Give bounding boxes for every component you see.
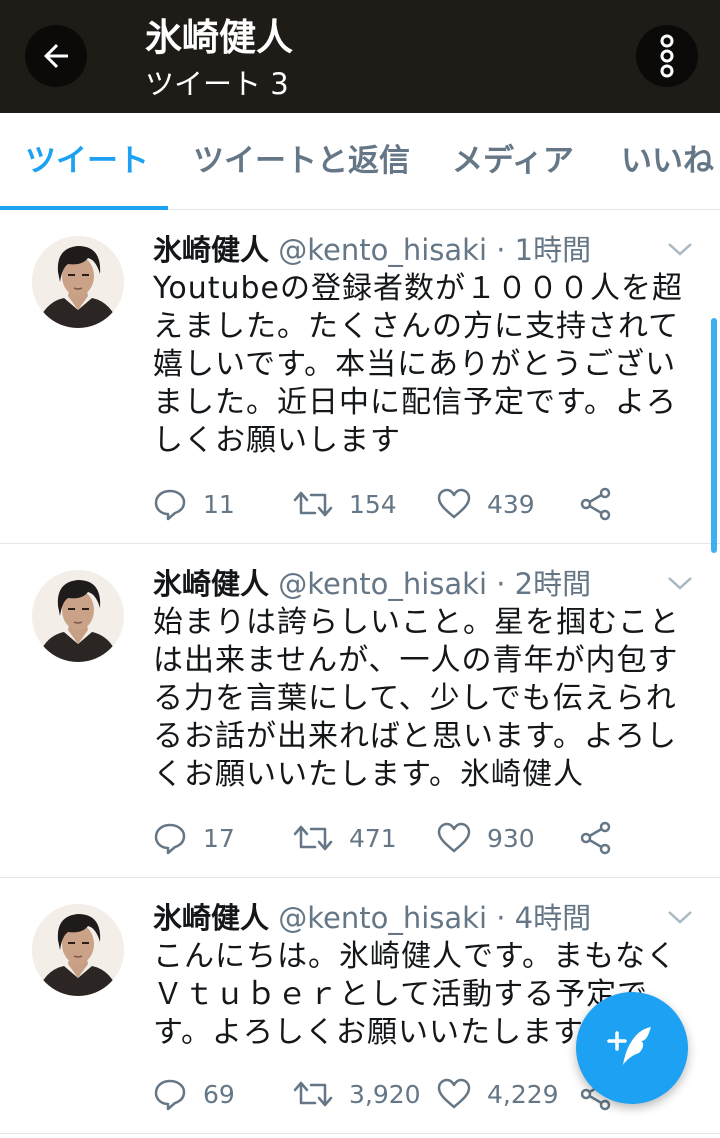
retweet-icon — [293, 491, 333, 517]
like-count: 930 — [487, 823, 535, 853]
arrow-left-icon — [44, 44, 68, 68]
tweet-time: 4時間 — [514, 901, 592, 935]
tweet-author-handle[interactable]: @kento_hisaki — [278, 233, 487, 267]
tweet-header: 氷崎健人 @kento_hisaki · 4時間 — [153, 900, 591, 936]
tweet-author-name[interactable]: 氷崎健人 — [153, 233, 269, 267]
tweet-author-handle[interactable]: @kento_hisaki — [278, 567, 487, 601]
tweet-item[interactable]: 氷崎健人 @kento_hisaki · 2時間 始まりは誇らしいこと。星を掴む… — [0, 544, 720, 878]
app-root: 氷崎健人 ツイート 3 ツイート ツイートと返信 メディア いいね 氷崎健人 @… — [0, 0, 720, 1138]
share-icon — [580, 821, 611, 855]
reply-icon — [154, 823, 186, 855]
tab-likes[interactable]: いいね — [621, 113, 714, 210]
reply-count: 69 — [203, 1079, 235, 1109]
chevron-down-icon[interactable] — [666, 572, 694, 594]
like-count: 4,229 — [487, 1079, 559, 1109]
retweet-icon — [293, 1081, 333, 1107]
tweet-author-handle[interactable]: @kento_hisaki — [278, 901, 487, 935]
tweet-separator: · — [496, 233, 506, 267]
tweet-actions: 11 154 439 — [153, 484, 633, 524]
share-icon — [580, 487, 611, 521]
tab-tweets[interactable]: ツイート — [25, 113, 149, 210]
like-button[interactable]: 439 — [437, 484, 535, 524]
compose-tweet-button[interactable] — [576, 992, 688, 1104]
share-button[interactable] — [579, 484, 629, 524]
avatar[interactable] — [32, 904, 124, 996]
avatar-illustration — [32, 570, 124, 662]
retweet-button[interactable]: 3,920 — [293, 1074, 421, 1114]
heart-icon — [437, 488, 471, 519]
avatar-illustration — [32, 236, 124, 328]
reply-icon — [154, 489, 186, 521]
more-options-button[interactable] — [636, 25, 698, 87]
reply-button[interactable]: 69 — [153, 1074, 235, 1114]
back-button[interactable] — [25, 25, 87, 87]
top-app-bar: 氷崎健人 ツイート 3 — [0, 0, 720, 113]
heart-icon — [437, 822, 471, 853]
reply-button[interactable]: 11 — [153, 484, 235, 524]
tab-tweets-and-replies[interactable]: ツイートと返信 — [193, 113, 410, 210]
reply-count: 11 — [203, 489, 235, 519]
retweet-icon — [293, 825, 333, 851]
retweet-button[interactable]: 154 — [293, 484, 397, 524]
share-button[interactable] — [579, 818, 629, 858]
tweet-time: 2時間 — [514, 567, 592, 601]
tweet-actions: 69 3,920 4,229 — [153, 1074, 633, 1114]
like-button[interactable]: 4,229 — [437, 1074, 559, 1114]
tweet-text: Youtubeの登録者数が１０００人を超えました。たくさんの方に支持されて嬉しい… — [153, 271, 683, 458]
tweet-header: 氷崎健人 @kento_hisaki · 2時間 — [153, 566, 591, 602]
tweet-count-subtitle: ツイート 3 — [145, 67, 289, 101]
profile-tabs: ツイート ツイートと返信 メディア いいね — [0, 113, 720, 211]
tweet-actions: 17 471 930 — [153, 818, 633, 858]
avatar[interactable] — [32, 236, 124, 328]
more-vertical-icon — [660, 34, 674, 78]
compose-tweet-icon — [607, 1027, 651, 1065]
retweet-button[interactable]: 471 — [293, 818, 397, 858]
retweet-count: 471 — [349, 823, 397, 853]
tab-media[interactable]: メディア — [452, 113, 574, 210]
tweet-header: 氷崎健人 @kento_hisaki · 1時間 — [153, 232, 591, 268]
tweet-item[interactable]: 氷崎健人 @kento_hisaki · 1時間 Youtubeの登録者数が１０… — [0, 210, 720, 544]
heart-icon — [437, 1078, 471, 1109]
tweet-separator: · — [496, 567, 506, 601]
tweet-separator: · — [496, 901, 506, 935]
retweet-count: 154 — [349, 489, 397, 519]
reply-icon — [154, 1079, 186, 1111]
like-button[interactable]: 930 — [437, 818, 535, 858]
chevron-down-icon[interactable] — [666, 238, 694, 260]
reply-count: 17 — [203, 823, 235, 853]
like-count: 439 — [487, 489, 535, 519]
tweet-text: 始まりは誇らしいこと。星を掴むことは出来ませんが、一人の青年が内包する力を言葉に… — [153, 605, 680, 792]
tweet-author-name[interactable]: 氷崎健人 — [153, 901, 269, 935]
avatar[interactable] — [32, 570, 124, 662]
avatar-illustration — [32, 904, 124, 996]
profile-name-title: 氷崎健人 — [145, 16, 293, 59]
reply-button[interactable]: 17 — [153, 818, 235, 858]
tweet-time: 1時間 — [514, 233, 592, 267]
scrollbar[interactable] — [711, 318, 717, 553]
chevron-down-icon[interactable] — [666, 906, 694, 928]
tweet-author-name[interactable]: 氷崎健人 — [153, 567, 269, 601]
retweet-count: 3,920 — [349, 1079, 421, 1109]
